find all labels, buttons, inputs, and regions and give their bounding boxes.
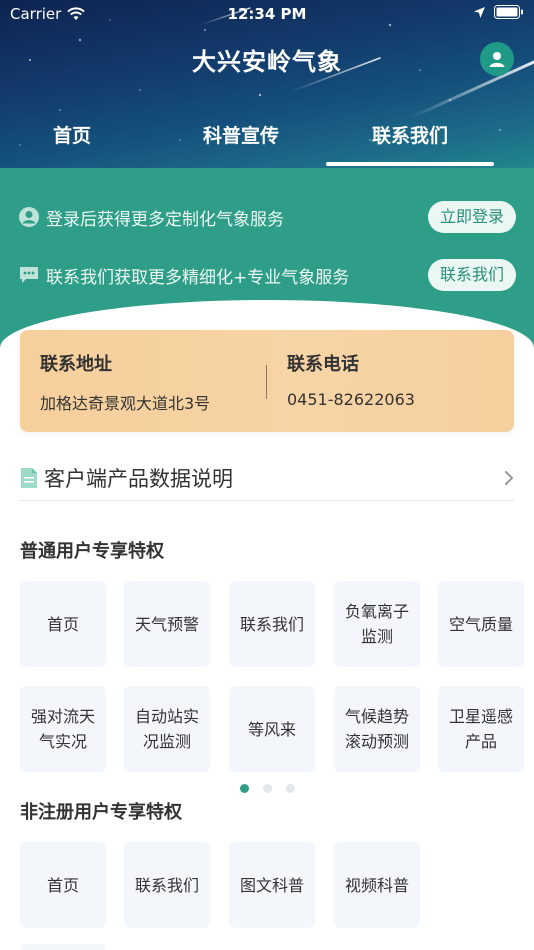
chevron-right-icon: [505, 470, 513, 485]
address-block: 联系地址 加格达奇景观大道北3号: [40, 350, 210, 414]
page-indicator: [0, 784, 534, 793]
contact-us-button[interactable]: 联系我们: [427, 259, 516, 291]
normal-section-title: 普通用户专享特权: [20, 541, 164, 562]
app-title: 大兴安岭气象: [192, 48, 342, 76]
feature-tile[interactable]: 自动站实况监测: [124, 686, 210, 772]
address-value: 加格达奇景观大道北3号: [40, 394, 211, 413]
feature-tile[interactable]: 卫星遥感产品: [438, 686, 524, 772]
feature-tile[interactable]: 强对流天气实况: [20, 686, 106, 772]
header-hero: Carrier 12:34 PM 大兴安岭气象 首页 科普宣传 联系我们: [0, 0, 534, 175]
product-info-row[interactable]: 客户端产品数据说明: [20, 455, 514, 501]
status-bar: Carrier 12:34 PM: [0, 0, 534, 30]
feature-tile[interactable]: 负氧离子监测: [334, 581, 420, 667]
user-icon: [489, 52, 505, 67]
feature-tile[interactable]: 等风来: [229, 686, 315, 772]
feature-tile[interactable]: 首页: [20, 581, 106, 667]
feature-tile-partial: [20, 944, 106, 950]
tab-science[interactable]: 科普宣传: [186, 118, 296, 154]
tab-active-indicator: [326, 162, 494, 166]
phone-label: 联系电话: [287, 354, 359, 375]
promo-row-login: 登录后获得更多定制化气象服务 立即登录: [18, 200, 516, 234]
product-info-label: 客户端产品数据说明: [44, 466, 233, 491]
chat-bubble-icon: [18, 264, 40, 286]
page-dot[interactable]: [262, 784, 272, 793]
feature-tile[interactable]: 天气预警: [124, 581, 210, 667]
promo-login-text: 登录后获得更多定制化气象服务: [46, 209, 284, 230]
contact-divider: [266, 365, 267, 399]
phone-block[interactable]: 联系电话 0451-82622063: [287, 350, 415, 409]
page-dot-active[interactable]: [239, 784, 249, 793]
promo-contact-text: 联系我们获取更多精细化+专业气象服务: [46, 267, 350, 288]
phone-value[interactable]: 0451-82622063: [287, 390, 415, 409]
battery-icon: [494, 5, 523, 19]
feature-tile[interactable]: 空气质量: [438, 581, 524, 667]
status-time: 12:34 PM: [227, 5, 307, 23]
unregistered-section-title: 非注册用户专享特权: [20, 802, 182, 823]
tab-bar: 首页 科普宣传 联系我们: [0, 118, 534, 168]
login-button[interactable]: 立即登录: [427, 201, 516, 233]
document-icon: [21, 467, 37, 488]
feature-tile[interactable]: 气候趋势滚动预测: [334, 686, 420, 772]
tab-contact[interactable]: 联系我们: [355, 118, 465, 154]
promo-row-contact: 联系我们获取更多精细化+专业气象服务 联系我们: [18, 258, 516, 292]
avatar-button[interactable]: [480, 42, 514, 76]
address-label: 联系地址: [40, 354, 112, 375]
tab-home[interactable]: 首页: [20, 118, 124, 154]
feature-tile[interactable]: 视频科普: [334, 842, 420, 928]
contact-card: 联系地址 加格达奇景观大道北3号 联系电话 0451-82622063: [20, 330, 514, 432]
location-arrow-icon: [474, 6, 485, 18]
feature-tile[interactable]: 联系我们: [124, 842, 210, 928]
user-circle-icon: [18, 206, 40, 228]
feature-tile[interactable]: 图文科普: [229, 842, 315, 928]
feature-tile[interactable]: 首页: [20, 842, 106, 928]
feature-tile[interactable]: 联系我们: [229, 581, 315, 667]
page-dot[interactable]: [285, 784, 295, 793]
